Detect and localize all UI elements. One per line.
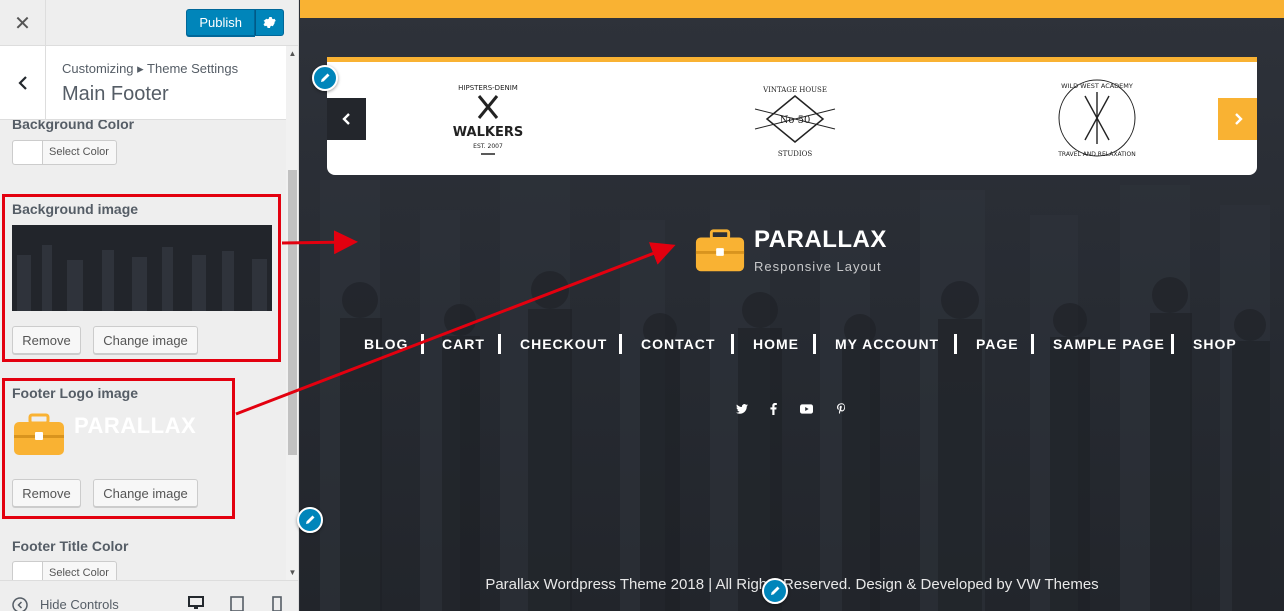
chevron-left-icon	[17, 75, 27, 90]
customizer-footer: Hide Controls	[0, 580, 298, 611]
gear-icon	[263, 16, 276, 29]
footer-title-color-picker[interactable]: Select Color	[12, 561, 117, 580]
pencil-icon	[306, 515, 315, 524]
nav-item-page[interactable]: PAGE	[976, 333, 1019, 355]
pinterest-link[interactable]	[834, 402, 848, 416]
nav-item-home[interactable]: HOME	[753, 333, 799, 355]
nav-separator	[619, 334, 622, 354]
facebook-icon	[769, 403, 777, 415]
edit-shortcut-social[interactable]	[297, 507, 323, 533]
breadcrumb: Customizing ▸ Theme Settings	[62, 61, 239, 76]
twitter-link[interactable]	[735, 402, 749, 416]
svg-text:WILD WEST ACADEMY: WILD WEST ACADEMY	[1061, 82, 1133, 90]
close-customizer-button[interactable]: ✕	[0, 0, 46, 46]
chevron-right-icon	[1234, 113, 1243, 125]
svg-text:EST. 2007: EST. 2007	[473, 143, 503, 150]
collapse-icon[interactable]	[12, 597, 28, 611]
svg-text:WALKERS: WALKERS	[453, 125, 523, 140]
footer-logo-highlight	[2, 378, 235, 519]
nav-item-blog[interactable]: BLOG	[364, 333, 408, 355]
copyright-text: Parallax Wordpress Theme 2018 | All Righ…	[485, 576, 1099, 593]
nav-separator	[731, 334, 734, 354]
select-color-label: Select Color	[49, 567, 109, 579]
color-swatch	[13, 141, 43, 164]
footer-logo-tagline: Responsive Layout	[754, 259, 882, 274]
scrollbar-thumb[interactable]	[288, 170, 297, 455]
nav-item-my-account[interactable]: MY ACCOUNT	[835, 333, 939, 355]
customizer-header: ✕ Publish	[0, 0, 298, 46]
back-button[interactable]	[0, 46, 46, 119]
background-color-label: Background Color	[12, 120, 135, 132]
section-title: Main Footer	[62, 83, 169, 105]
nav-separator	[954, 334, 957, 354]
footer-logo[interactable]: PARALLAX Responsive Layout	[694, 226, 934, 276]
footer-logo-name: PARALLAX	[754, 226, 887, 253]
hide-controls-button[interactable]: Hide Controls	[40, 597, 119, 611]
close-icon: ✕	[14, 12, 31, 35]
nav-separator	[1031, 334, 1034, 354]
svg-text:STUDIOS: STUDIOS	[778, 150, 812, 158]
brand-logo-carousel: HIPSTERS-DENIM WALKERS EST. 2007 VINTAGE…	[327, 57, 1257, 175]
carousel-next-button[interactable]	[1218, 98, 1257, 140]
svg-text:TRAVEL AND RELAXATION: TRAVEL AND RELAXATION	[1057, 151, 1136, 158]
nav-item-contact[interactable]: CONTACT	[641, 333, 715, 355]
footer-nav: BLOG CART CHECKOUT CONTACT HOME MY ACCOU…	[300, 333, 1284, 355]
nav-item-cart[interactable]: CART	[442, 333, 485, 355]
svg-text:VINTAGE HOUSE: VINTAGE HOUSE	[762, 86, 827, 94]
brand-logo-wild-west: WILD WEST ACADEMY TRAVEL AND RELAXATION	[1057, 79, 1136, 158]
nav-separator	[1171, 334, 1174, 354]
brand-logo-vintage-house: VINTAGE HOUSE No 50 STUDIOS	[754, 86, 836, 158]
brand-logo-walkers: HIPSTERS-DENIM WALKERS EST. 2007	[453, 84, 523, 155]
facebook-link[interactable]	[766, 402, 780, 416]
desktop-preview-icon[interactable]	[188, 596, 204, 610]
customizer-sidebar: ✕ Publish Customizing ▸ Theme Settings M…	[0, 0, 299, 611]
briefcase-icon	[695, 229, 745, 272]
select-color-label: Select Color	[49, 146, 109, 158]
background-color-picker[interactable]: Select Color	[12, 140, 117, 165]
nav-item-checkout[interactable]: CHECKOUT	[520, 333, 607, 355]
nav-separator	[813, 334, 816, 354]
pencil-icon	[321, 73, 330, 82]
pinterest-icon	[836, 403, 845, 414]
footer-title-color-label: Footer Title Color	[12, 538, 129, 554]
color-swatch	[13, 562, 43, 580]
chevron-left-icon	[341, 113, 350, 125]
youtube-link[interactable]	[799, 402, 813, 416]
tablet-preview-icon[interactable]	[230, 596, 244, 611]
svg-text:HIPSTERS-DENIM: HIPSTERS-DENIM	[458, 84, 518, 92]
background-image-highlight	[2, 194, 281, 362]
twitter-icon	[736, 404, 748, 414]
pencil-icon	[771, 586, 780, 595]
scroll-up-arrow[interactable]: ▲	[287, 49, 298, 58]
site-preview: HIPSTERS-DENIM WALKERS EST. 2007 VINTAGE…	[300, 0, 1284, 611]
mobile-preview-icon[interactable]	[272, 596, 282, 611]
header-strip	[300, 0, 1284, 18]
publish-group: Publish	[186, 9, 284, 36]
nav-separator	[498, 334, 501, 354]
nav-item-sample-page[interactable]: SAMPLE PAGE	[1053, 333, 1165, 355]
scroll-down-arrow[interactable]: ▼	[287, 568, 298, 577]
edit-shortcut-brands[interactable]	[312, 65, 338, 91]
carousel-prev-button[interactable]	[327, 98, 366, 140]
youtube-icon	[799, 404, 813, 414]
nav-separator	[421, 334, 424, 354]
section-header: Customizing ▸ Theme Settings Main Footer	[0, 46, 286, 120]
edit-shortcut-copyright[interactable]	[762, 578, 788, 604]
nav-item-shop[interactable]: SHOP	[1193, 333, 1237, 355]
publish-button[interactable]: Publish	[186, 9, 255, 36]
svg-text:No 50: No 50	[780, 115, 811, 126]
publish-settings-button[interactable]	[255, 9, 284, 36]
